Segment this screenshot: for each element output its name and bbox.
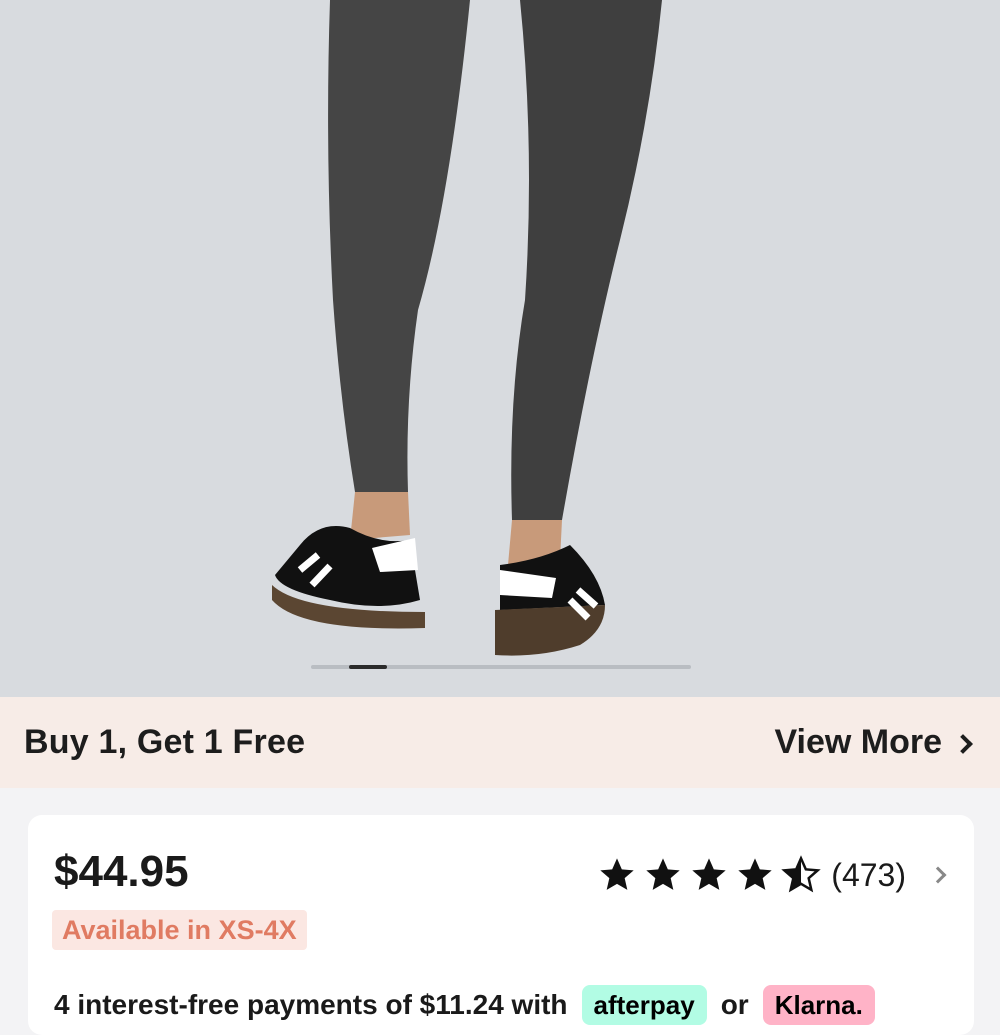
price-card: $44.95 Available in XS-4X (473) 4 intere… bbox=[28, 815, 974, 1035]
availability-badge: Available in XS-4X bbox=[52, 910, 307, 950]
rating-summary[interactable]: (473) bbox=[597, 855, 947, 895]
star-filled-icon bbox=[692, 858, 726, 890]
rating-count: (473) bbox=[831, 856, 906, 893]
or-text: or bbox=[720, 989, 749, 1020]
leggings-illustration bbox=[0, 0, 1000, 697]
view-more-link[interactable]: View More bbox=[774, 723, 973, 762]
promo-banner: Buy 1, Get 1 Free View More bbox=[0, 697, 1000, 788]
promo-text: Buy 1, Get 1 Free bbox=[24, 723, 306, 761]
view-more-label: View More bbox=[774, 723, 942, 761]
star-filled-icon bbox=[646, 858, 680, 890]
product-image[interactable] bbox=[0, 0, 1000, 697]
star-filled-icon bbox=[738, 858, 772, 890]
installment-payment-line: 4 interest-free payments of $11.24 with … bbox=[54, 985, 954, 1025]
carousel-indicator bbox=[311, 665, 691, 669]
product-price: $44.95 bbox=[54, 847, 189, 896]
installment-text: 4 interest-free payments of $11.24 with bbox=[54, 989, 568, 1020]
chevron-right-icon bbox=[929, 866, 947, 884]
chevron-right-icon bbox=[953, 733, 973, 754]
carousel-indicator-active bbox=[349, 665, 387, 669]
afterpay-badge[interactable]: afterpay bbox=[581, 985, 707, 1025]
klarna-badge[interactable]: Klarna. bbox=[762, 985, 875, 1025]
star-half-icon bbox=[781, 855, 822, 893]
star-rating bbox=[597, 855, 822, 895]
star-filled-icon bbox=[600, 858, 634, 890]
